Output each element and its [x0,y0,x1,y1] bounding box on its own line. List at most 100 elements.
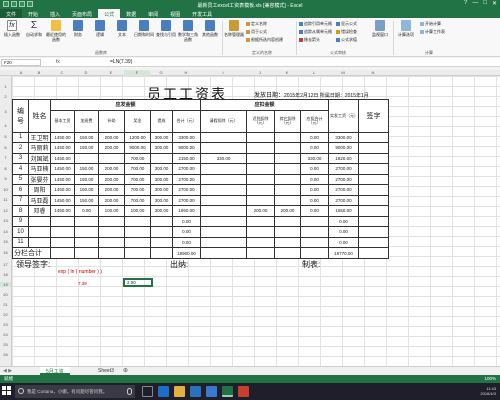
cell-sign[interactable] [358,205,389,217]
cell-index[interactable]: 10 [12,226,29,238]
ie-icon[interactable] [206,386,217,397]
cell-value[interactable]: 200.00 [98,131,125,143]
cell-sign[interactable] [358,131,389,143]
cell-sign[interactable] [358,173,389,185]
cell-value[interactable]: 0.00 [300,173,329,185]
cell-value[interactable]: 0.00 [300,163,329,175]
cell-index[interactable]: 11 [12,236,29,248]
cell-value[interactable]: 2700.00 [328,194,359,206]
row-header-23[interactable]: 23 [0,322,11,327]
windows-start-icon[interactable] [2,386,12,396]
store-icon[interactable] [190,386,201,397]
trace-dependents-button[interactable]: 追踪从属单元格 [299,29,332,34]
cell-value[interactable]: 1450.00 [50,142,75,154]
cell-value[interactable]: 700.00 [124,163,151,175]
fx-icon[interactable]: fx [56,59,60,65]
cell-value[interactable]: 200.00 [98,184,125,196]
cell-value[interactable]: 0.00 [300,184,329,196]
cell-value[interactable] [50,236,75,248]
sheet-tab-may-salary[interactable]: 5月工资 [40,367,70,375]
cell-value[interactable] [246,226,275,238]
create-from-selection-button[interactable]: 根据所选内容创建 [246,37,283,42]
cell-index[interactable]: 9 [12,215,29,227]
cell-value[interactable] [246,142,275,154]
cell-value[interactable]: 0.00 [172,215,201,227]
cell-index[interactable]: 3 [12,152,29,164]
row-header-12[interactable]: 12 [0,208,11,213]
cell-value[interactable]: 300.00 [150,173,173,185]
tab-formulas[interactable]: 公式 [98,9,121,18]
cell-value[interactable]: 1650.00 [328,205,359,217]
row-header-21[interactable]: 21 [0,302,11,307]
cell-value[interactable]: 1450.00 [50,152,75,164]
lookup-reference-button[interactable]: 查找与引用 [156,20,176,37]
cell-sign[interactable] [358,152,389,164]
worksheet-grid[interactable]: 员工工资表 发放日期：2015年2月12日 所属日期：2015年1月 编号 姓名… [12,76,500,366]
recent-functions-button[interactable]: 最近使用的函数 [46,20,66,42]
cell-index[interactable]: 5 [12,173,29,185]
cell-value[interactable]: 1820.00 [328,152,359,164]
row-header-17[interactable]: 17 [0,262,11,267]
minimize-button[interactable]: — [472,0,478,7]
cell-value[interactable]: 330.00 [300,152,329,164]
cell-sign[interactable] [358,184,389,196]
cell-value[interactable] [74,152,99,164]
cell-name[interactable] [28,226,51,238]
row-header-11[interactable]: 11 [0,197,11,202]
cell-value[interactable]: 100.00 [124,205,151,217]
cell-value[interactable]: 3300.00 [172,131,201,143]
cell-value[interactable] [150,226,173,238]
input-value-cell[interactable]: 7.39 [78,281,87,286]
cell-value[interactable]: 0.00 [300,131,329,143]
cell-value[interactable] [246,215,275,227]
cell-value[interactable] [274,236,301,248]
cell-value[interactable]: 200.00 [274,205,301,217]
date-time-button[interactable]: 日期和时间 [134,20,154,37]
task-view-icon[interactable] [142,386,153,397]
cell-value[interactable]: 0.00 [328,236,359,248]
cell-index[interactable]: 8 [12,205,29,217]
cell-value[interactable]: 200.00 [98,142,125,154]
zoom-level[interactable]: 100% [484,376,496,381]
cell-value[interactable]: 0.00 [172,236,201,248]
name-box[interactable]: F20 [1,59,41,66]
row-header-8[interactable]: 8 [0,166,11,171]
cell-value[interactable] [200,184,247,196]
cell-value[interactable]: 1450.00 [50,163,75,175]
watch-window-button[interactable]: 监视窗口 [370,20,390,37]
cell-name[interactable]: 马丽莉 [28,142,51,154]
row-header-20[interactable]: 20 [0,292,11,297]
row-header-5[interactable]: 5 [0,134,11,139]
cell-value[interactable] [246,163,275,175]
cell-value[interactable] [150,152,173,164]
cell-value[interactable]: 300.00 [150,194,173,206]
tab-file[interactable]: 文件 [0,9,23,18]
tab-view[interactable]: 视图 [164,9,186,18]
row-header-3[interactable]: 3 [0,109,11,114]
cell-value[interactable]: 1950.00 [172,205,201,217]
cell-value[interactable] [246,236,275,248]
cell-sign[interactable] [358,194,389,206]
cell-value[interactable]: 9000.00 [328,142,359,154]
cell-value[interactable] [274,194,301,206]
cell-sign[interactable] [358,163,389,175]
cell-value[interactable]: 1450.00 [50,184,75,196]
tab-review[interactable]: 审阅 [142,9,164,18]
cell-name[interactable]: 张晏芬 [28,173,51,185]
cell-value[interactable] [200,215,247,227]
cell-value[interactable] [200,163,247,175]
cell-value[interactable] [246,152,275,164]
cell-value[interactable]: 0.00 [300,205,329,217]
row-header-1[interactable]: 1 [0,84,11,89]
cell-value[interactable] [98,236,125,248]
cell-value[interactable]: 0.00 [300,142,329,154]
cell-value[interactable]: 1200.00 [124,131,151,143]
cell-value[interactable]: 300.00 [150,131,173,143]
cell-value[interactable]: 200.00 [98,163,125,175]
row-header-18[interactable]: 18 [0,272,11,277]
row-header-10[interactable]: 10 [0,187,11,192]
row-header-4[interactable]: 4 [0,123,11,128]
cell-value[interactable]: 2700.00 [172,194,201,206]
cell-value[interactable] [200,173,247,185]
cell-value[interactable]: 1450.00 [50,194,75,206]
